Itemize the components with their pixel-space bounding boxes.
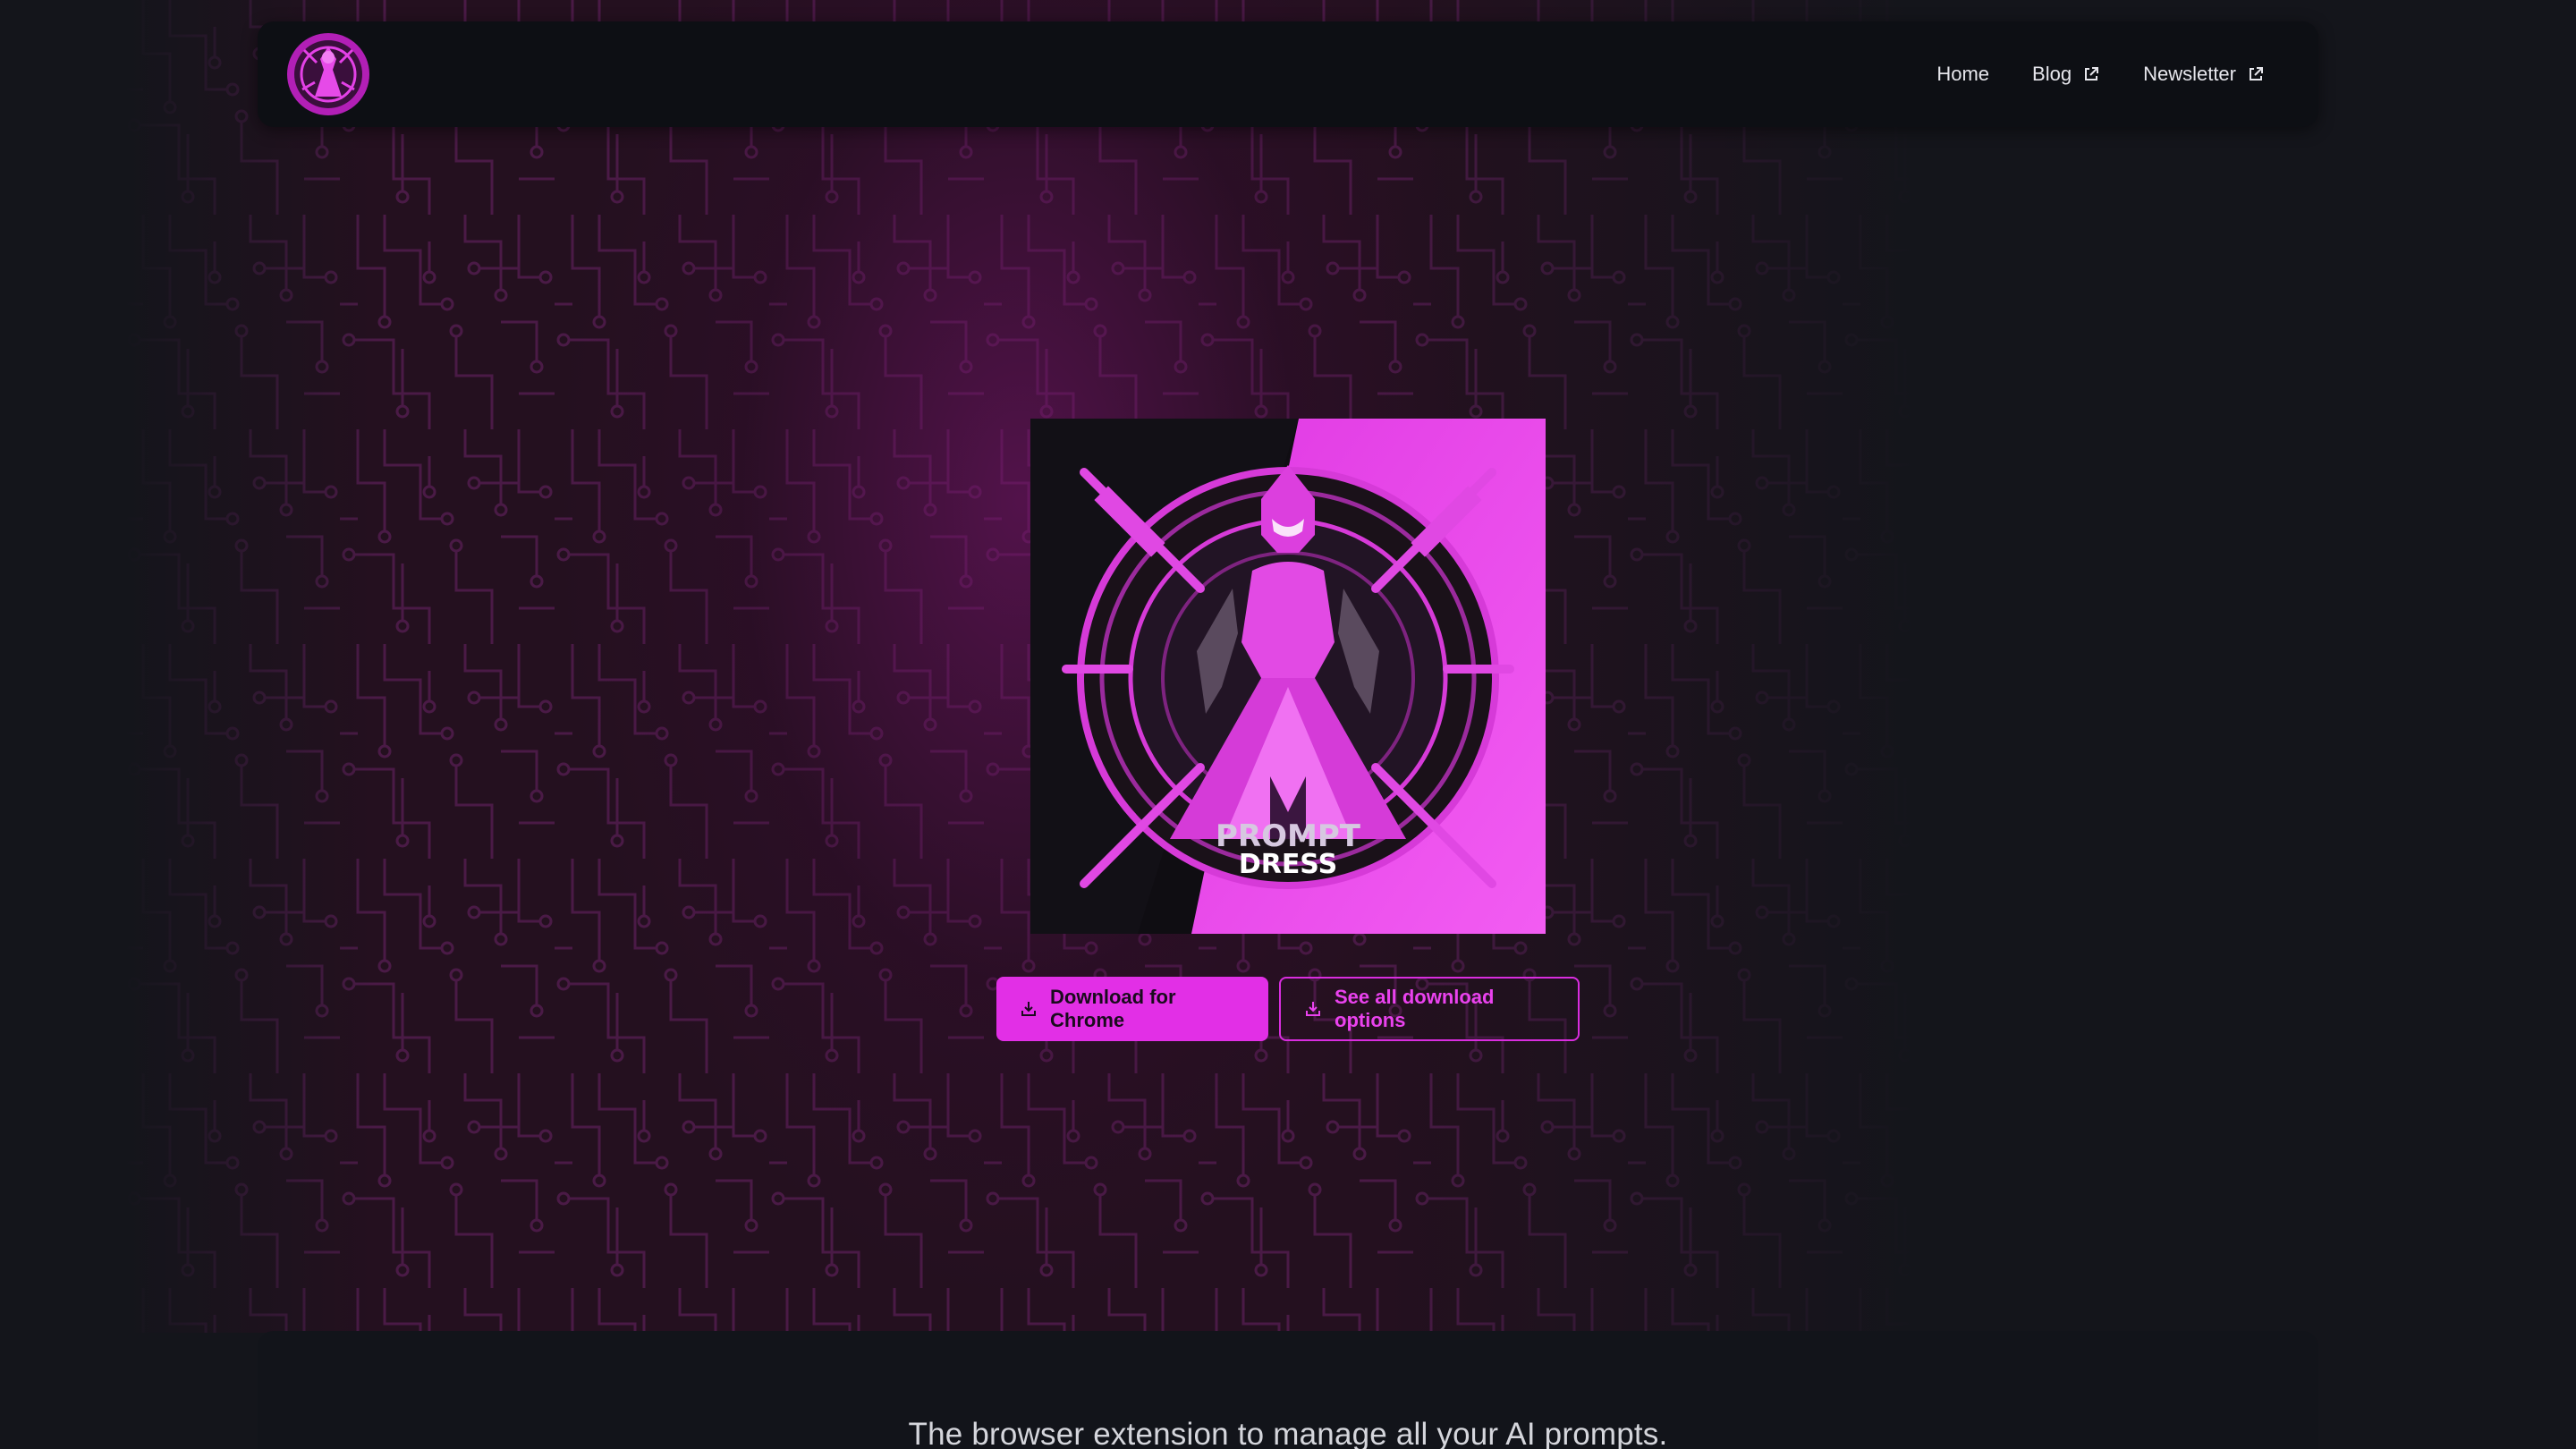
- circuit-background: [125, 0, 1914, 1333]
- nav-link-newsletter[interactable]: Newsletter: [2143, 63, 2265, 86]
- download-chrome-button[interactable]: Download for Chrome: [996, 977, 1268, 1041]
- external-link-icon: [2082, 65, 2100, 83]
- nav-link-newsletter-label: Newsletter: [2143, 63, 2236, 85]
- nav-link-home-label: Home: [1936, 63, 1990, 85]
- nav-links: Home Blog Newsletter: [1936, 21, 2265, 127]
- see-all-downloads-label: See all download options: [1335, 986, 1495, 1031]
- see-all-downloads-button[interactable]: See all download options: [1279, 977, 1580, 1041]
- nav-link-blog-label: Blog: [2032, 63, 2072, 85]
- download-buttons: Download for Chrome See all download opt…: [996, 977, 1580, 1041]
- hero-image: PROMPT DRESS: [1030, 419, 1546, 934]
- tagline: The browser extension to manage all your…: [908, 1417, 1668, 1449]
- hero-image-title-line2: DRESS: [1239, 849, 1337, 880]
- download-icon: [1020, 1000, 1038, 1018]
- logo-icon[interactable]: [286, 32, 370, 116]
- download-chrome-label: Download for Chrome: [1050, 986, 1176, 1031]
- nav-link-blog[interactable]: Blog: [2032, 63, 2100, 86]
- navbar: Home Blog Newsletter: [258, 21, 2318, 127]
- download-icon: [1304, 1000, 1322, 1018]
- page: Home Blog Newsletter PROMPT DRESS Downlo…: [0, 0, 2576, 1449]
- nav-link-home[interactable]: Home: [1936, 63, 1989, 86]
- external-link-icon: [2247, 65, 2265, 83]
